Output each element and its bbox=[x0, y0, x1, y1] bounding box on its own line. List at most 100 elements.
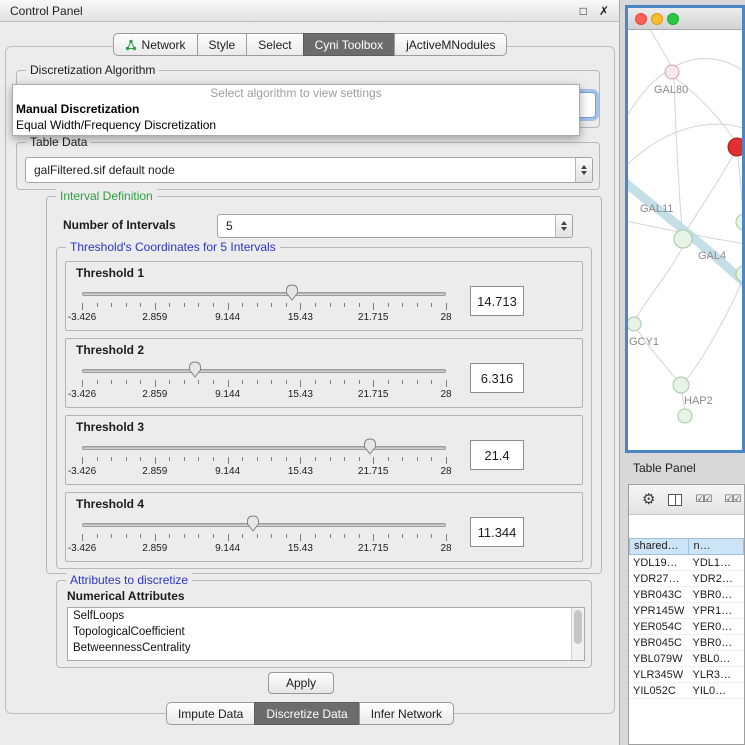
table-cell: YBR043C bbox=[629, 587, 688, 602]
table-row[interactable]: YLR345WYLR3… bbox=[629, 667, 744, 683]
node-label: GAL80 bbox=[654, 84, 688, 96]
network-node[interactable] bbox=[678, 409, 692, 423]
tab-jactivemnodules[interactable]: jActiveMNodules bbox=[394, 33, 507, 56]
threshold-panel: Threshold 4-3.4262.8599.14415.4321.71528… bbox=[65, 492, 583, 562]
slider-tick bbox=[446, 457, 447, 464]
slider-track[interactable] bbox=[82, 369, 446, 373]
slider-tick bbox=[97, 534, 98, 538]
combobox-stepper-icon[interactable] bbox=[575, 158, 592, 182]
slider-thumb[interactable] bbox=[188, 361, 202, 378]
network-node-gal80[interactable] bbox=[665, 65, 679, 79]
apply-button[interactable]: Apply bbox=[268, 672, 334, 694]
gear-icon[interactable]: ⚙ bbox=[642, 492, 655, 507]
tab-cyni-toolbox[interactable]: Cyni Toolbox bbox=[303, 33, 395, 56]
slider-tick bbox=[271, 534, 272, 538]
slider-thumb[interactable] bbox=[285, 284, 299, 301]
table-data-combobox[interactable]: galFiltered.sif default node bbox=[25, 157, 593, 183]
algorithm-option[interactable]: Equal Width/Frequency Discretization bbox=[13, 117, 579, 133]
slider-tick bbox=[155, 534, 156, 541]
column-header[interactable]: shared… bbox=[629, 538, 688, 555]
number-of-intervals-combobox[interactable]: 5 bbox=[217, 214, 573, 238]
threshold-value-field[interactable]: 14.713 bbox=[470, 286, 524, 316]
tab-impute-data[interactable]: Impute Data bbox=[166, 702, 255, 725]
slider-track[interactable] bbox=[82, 292, 446, 296]
slider-tick bbox=[82, 303, 83, 310]
algorithm-option[interactable]: Manual Discretization bbox=[13, 101, 579, 117]
list-item[interactable]: TopologicalCoefficient bbox=[68, 624, 584, 640]
checkbox-pair-icon[interactable]: ☑☑ bbox=[695, 494, 711, 505]
slider-scale-label: 21.715 bbox=[358, 466, 389, 477]
network-node[interactable] bbox=[728, 138, 742, 156]
close-icon[interactable]: ✗ bbox=[599, 4, 609, 18]
threshold-slider[interactable]: -3.4262.8599.14415.4321.71528 bbox=[76, 359, 456, 403]
slider-scale-label: 21.715 bbox=[358, 543, 389, 554]
threshold-value-field[interactable]: 11.344 bbox=[470, 517, 524, 547]
table-cell: YER054C bbox=[629, 619, 688, 634]
list-item[interactable]: SelfLoops bbox=[68, 608, 584, 624]
table-cell: YIL0… bbox=[688, 683, 744, 698]
network-node-gal4[interactable] bbox=[674, 230, 692, 248]
threshold-value-field[interactable]: 6.316 bbox=[470, 363, 524, 393]
minimize-traffic-light-icon[interactable] bbox=[651, 13, 663, 25]
slider-track[interactable] bbox=[82, 446, 446, 450]
numerical-attributes-list[interactable]: SelfLoopsTopologicalCoefficientBetweenne… bbox=[67, 607, 585, 661]
tab-select[interactable]: Select bbox=[246, 33, 303, 56]
table-row[interactable]: YDL19…YDL1… bbox=[629, 555, 744, 571]
control-panel-titlebar: Control Panel □ ✗ bbox=[0, 0, 619, 22]
float-window-icon[interactable]: □ bbox=[580, 4, 587, 18]
table-row[interactable]: YDR27…YDR2… bbox=[629, 571, 744, 587]
number-of-intervals-value: 5 bbox=[226, 219, 233, 233]
table-row[interactable]: YER054CYER0… bbox=[629, 619, 744, 635]
slider-tick bbox=[388, 303, 389, 307]
list-item[interactable]: BetweennessCentrality bbox=[68, 640, 584, 656]
slider-tick bbox=[271, 380, 272, 384]
table-row[interactable]: YBR043CYBR0… bbox=[629, 587, 744, 603]
slider-track[interactable] bbox=[82, 523, 446, 527]
combobox-stepper-icon[interactable] bbox=[555, 215, 572, 237]
table-cell: YDL1… bbox=[688, 555, 744, 570]
slider-scale-label: 2.859 bbox=[142, 312, 167, 323]
table-row[interactable]: YPR145WYPR1… bbox=[629, 603, 744, 619]
threshold-slider[interactable]: -3.4262.8599.14415.4321.71528 bbox=[76, 436, 456, 480]
tab-style[interactable]: Style bbox=[197, 33, 248, 56]
network-node[interactable] bbox=[736, 214, 742, 230]
slider-tick bbox=[359, 380, 360, 384]
bottom-tab-bar: Impute DataDiscretize DataInfer Network bbox=[0, 702, 620, 725]
threshold-label: Threshold 3 bbox=[76, 420, 572, 434]
slider-tick bbox=[228, 534, 229, 541]
zoom-traffic-light-icon[interactable] bbox=[667, 13, 679, 25]
threshold-slider[interactable]: -3.4262.8599.14415.4321.71528 bbox=[76, 282, 456, 326]
close-traffic-light-icon[interactable] bbox=[635, 13, 647, 25]
slider-thumb[interactable] bbox=[363, 438, 377, 455]
network-canvas[interactable]: GAL80GAL11GAL4GCY1HAP2 bbox=[628, 30, 742, 450]
list-scrollbar[interactable] bbox=[571, 608, 584, 660]
slider-tick bbox=[228, 380, 229, 387]
interval-definition-group-title: Interval Definition bbox=[56, 189, 157, 203]
slider-tick bbox=[257, 380, 258, 384]
columns-icon[interactable] bbox=[668, 494, 682, 506]
table-row[interactable]: YBL079WYBL0… bbox=[629, 651, 744, 667]
threshold-slider[interactable]: -3.4262.8599.14415.4321.71528 bbox=[76, 513, 456, 557]
tab-network[interactable]: Network bbox=[113, 33, 198, 56]
slider-tick bbox=[402, 457, 403, 461]
checkbox-pair-icon[interactable]: ☑☑ bbox=[724, 494, 740, 505]
thresholds-group-title: Threshold's Coordinates for 5 Intervals bbox=[66, 240, 280, 254]
threshold-value-field[interactable]: 21.4 bbox=[470, 440, 524, 470]
slider-tick bbox=[300, 457, 301, 464]
slider-tick bbox=[213, 534, 214, 538]
column-header[interactable]: n… bbox=[688, 538, 744, 555]
slider-thumb[interactable] bbox=[246, 515, 260, 532]
slider-tick bbox=[300, 534, 301, 541]
slider-scale-label: 28 bbox=[440, 312, 451, 323]
table-row[interactable]: YBR045CYBR0… bbox=[629, 635, 744, 651]
network-node-gcy1[interactable] bbox=[628, 317, 641, 331]
scrollbar-thumb[interactable] bbox=[574, 610, 582, 644]
slider-tick bbox=[388, 457, 389, 461]
slider-tick bbox=[126, 457, 127, 461]
tab-discretize-data[interactable]: Discretize Data bbox=[254, 702, 359, 725]
network-node-hap2[interactable] bbox=[673, 377, 689, 393]
table-row[interactable]: YIL052CYIL0… bbox=[629, 683, 744, 699]
tab-infer-network[interactable]: Infer Network bbox=[359, 702, 454, 725]
slider-scale-label: 28 bbox=[440, 389, 451, 400]
network-icon bbox=[125, 39, 137, 51]
